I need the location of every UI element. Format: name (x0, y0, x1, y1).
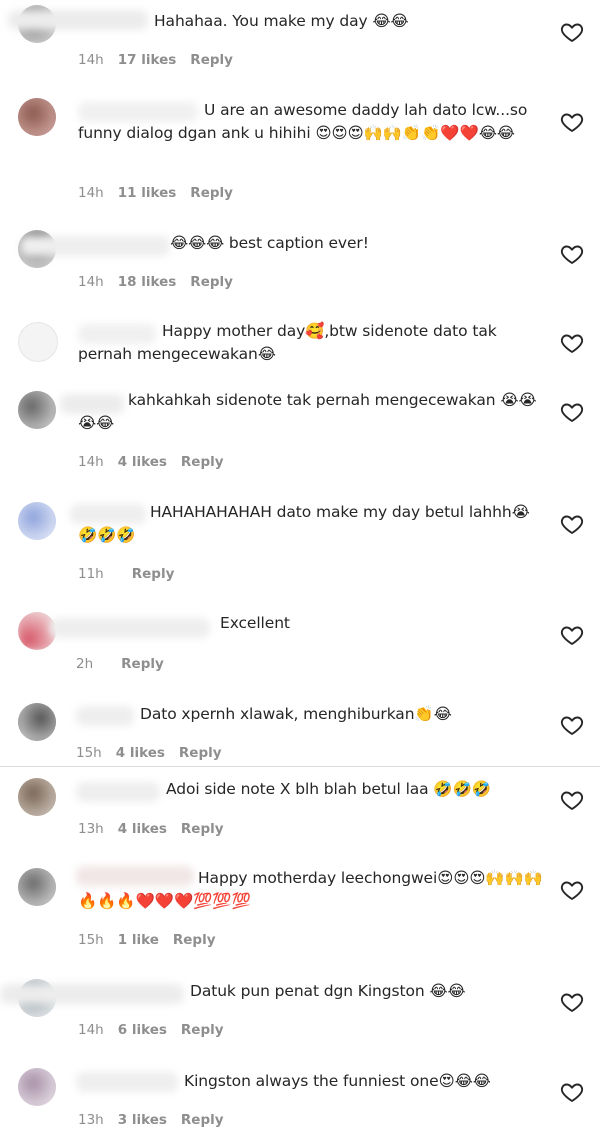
heart-outline-icon[interactable] (560, 400, 584, 424)
reply-button[interactable]: Reply (190, 274, 233, 290)
heart-outline-icon[interactable] (560, 990, 584, 1014)
timestamp: 14h (78, 52, 104, 68)
heart-outline-icon[interactable] (560, 20, 584, 44)
username-redacted (76, 1072, 178, 1092)
timestamp: 2h (76, 656, 94, 672)
heart-outline-icon[interactable] (560, 242, 584, 266)
username-redacted (76, 782, 160, 802)
comment-meta: 2h Reply (76, 656, 178, 672)
divider (0, 766, 600, 767)
comment-meta: 14h 17 likes Reply (78, 52, 247, 68)
comment-text: Excellent (220, 614, 290, 632)
comment-meta: 14h 4 likes Reply (78, 454, 238, 470)
username-redacted (0, 984, 184, 1004)
comment-text: Kingston always the funniest one😍😂😂 (184, 1072, 491, 1090)
comment-text: Adoi side note X blh blah betul laa 🤣🤣🤣 (166, 780, 491, 798)
comment-text: Happy mother day🥰,btw sidenote dato tak … (78, 322, 502, 363)
username-redacted (8, 10, 148, 30)
like-count[interactable]: 1 like (118, 932, 159, 948)
comment-meta: 14h 18 likes Reply (78, 274, 247, 290)
heart-outline-icon[interactable] (560, 713, 584, 737)
comment-text: U are an awesome daddy lah dato lcw...so… (78, 101, 533, 142)
comment-text: HAHAHAHAHAH dato make my day betul lahhh… (78, 503, 530, 544)
timestamp: 14h (78, 454, 104, 470)
reply-button[interactable]: Reply (173, 932, 216, 948)
timestamp: 13h (78, 821, 104, 837)
comment-text: Datuk pun penat dgn Kingston 😂😂 (190, 982, 466, 1000)
reply-button[interactable]: Reply (190, 185, 233, 201)
avatar[interactable] (18, 98, 56, 136)
comment-meta: 15h 4 likes Reply (76, 745, 236, 761)
reply-button[interactable]: Reply (181, 1022, 224, 1038)
heart-outline-icon[interactable] (560, 512, 584, 536)
like-count[interactable]: 17 likes (118, 52, 177, 68)
comment-meta: 11h Reply (78, 566, 188, 582)
heart-outline-icon[interactable] (560, 1080, 584, 1104)
like-count[interactable]: 4 likes (118, 821, 167, 837)
heart-outline-icon[interactable] (560, 110, 584, 134)
like-count[interactable]: 6 likes (118, 1022, 167, 1038)
username-redacted (50, 618, 210, 638)
reply-button[interactable]: Reply (132, 566, 175, 582)
timestamp: 14h (78, 274, 104, 290)
timestamp: 11h (78, 566, 104, 582)
avatar[interactable] (18, 778, 56, 816)
comment-meta: 15h 1 like Reply (78, 932, 230, 948)
avatar[interactable] (18, 1068, 56, 1106)
comment-text: Hahahaa. You make my day 😂😂 (154, 12, 409, 30)
timestamp: 13h (78, 1112, 104, 1128)
comment-text: kahkahkah sidenote tak pernah mengecewak… (78, 391, 537, 432)
like-count[interactable]: 18 likes (118, 274, 177, 290)
reply-button[interactable]: Reply (179, 745, 222, 761)
like-count[interactable]: 3 likes (118, 1112, 167, 1128)
heart-outline-icon[interactable] (560, 331, 584, 355)
heart-outline-icon[interactable] (560, 878, 584, 902)
comment-text: Happy motherday leechongwei😍😍😍🙌🙌🙌🔥🔥🔥❤️❤️… (78, 869, 543, 910)
reply-button[interactable]: Reply (181, 1112, 224, 1128)
like-count[interactable]: 4 likes (118, 454, 167, 470)
heart-outline-icon[interactable] (560, 788, 584, 812)
avatar[interactable] (18, 868, 56, 906)
comment-text: 😂😂😂 best caption ever! (170, 234, 369, 252)
username-redacted (20, 236, 170, 256)
avatar[interactable] (18, 391, 56, 429)
heart-outline-icon[interactable] (560, 623, 584, 647)
reply-button[interactable]: Reply (181, 454, 224, 470)
avatar[interactable] (18, 502, 56, 540)
like-count[interactable]: 4 likes (116, 745, 165, 761)
timestamp: 14h (78, 185, 104, 201)
comment-meta: 13h 4 likes Reply (78, 821, 238, 837)
timestamp: 14h (78, 1022, 104, 1038)
avatar[interactable] (18, 322, 58, 362)
timestamp: 15h (78, 932, 104, 948)
reply-button[interactable]: Reply (181, 821, 224, 837)
like-count[interactable]: 11 likes (118, 185, 177, 201)
comment-meta: 14h 11 likes Reply (78, 185, 247, 201)
reply-button[interactable]: Reply (121, 656, 164, 672)
comment-meta: 13h 3 likes Reply (78, 1112, 238, 1128)
comment-text: Dato xpernh xlawak, menghiburkan👏😂 (140, 705, 452, 723)
avatar[interactable] (18, 703, 56, 741)
comment-meta: 14h 6 likes Reply (78, 1022, 238, 1038)
timestamp: 15h (76, 745, 102, 761)
username-redacted (76, 706, 134, 726)
reply-button[interactable]: Reply (190, 52, 233, 68)
